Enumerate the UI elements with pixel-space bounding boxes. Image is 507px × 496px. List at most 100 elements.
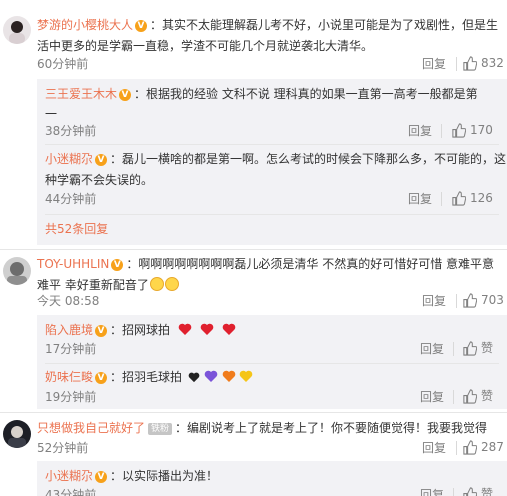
verified-badge-icon: V: [95, 154, 108, 166]
verified-badge-icon: V: [95, 372, 108, 384]
like-button[interactable]: 703: [462, 292, 504, 308]
comment-feed: 梦游的小樱桃大人 V ：其实不太能理解磊儿考不好，小说里可能是为了戏剧性，但是生 活…: [0, 0, 507, 496]
avatar[interactable]: [3, 420, 31, 448]
like-count: 287: [481, 440, 504, 454]
timestamp: 17分钟前: [45, 342, 97, 356]
verified-badge-icon: V: [95, 325, 108, 337]
verified-badge-icon: V: [111, 259, 124, 271]
like-count: 832: [481, 56, 504, 70]
like-thumb-icon: [452, 190, 466, 206]
smiley-icon: [149, 277, 164, 291]
divider: [453, 342, 454, 356]
fan-badge: 铁粉: [148, 423, 173, 435]
like-label: 赞: [481, 389, 494, 403]
reply-button[interactable]: 回复: [408, 123, 432, 139]
timestamp: 44分钟前: [45, 192, 97, 206]
verified-badge-icon: V: [95, 471, 108, 483]
like-count: 703: [481, 293, 504, 307]
reply-text: 小迷糊尕 V ：以实际播出为准！: [45, 469, 219, 483]
reply-body: 以实际播出为准！: [122, 469, 219, 483]
username[interactable]: TOY-UHHLIN: [37, 257, 109, 271]
like-thumb-icon: [463, 292, 477, 308]
divider: [45, 214, 499, 215]
divider: [453, 488, 454, 496]
heart-icon: [178, 323, 192, 335]
like-thumb-icon: [463, 55, 477, 71]
like-count: 126: [470, 191, 493, 205]
comment-body: 编剧说考上了就是考上了！你不要随便觉得！我要我觉得: [187, 421, 488, 435]
comment-text: TOY-UHHLIN V ：啊啊啊啊啊啊啊啊磊儿必须是清华 不然真的好可惜好可惜 意…: [37, 257, 495, 271]
username[interactable]: 奶味仨畯: [45, 370, 93, 384]
divider: [45, 363, 499, 364]
avatar[interactable]: [3, 257, 31, 285]
reply-text-line2: 一: [45, 107, 58, 121]
like-count: 170: [470, 123, 493, 137]
username[interactable]: 陷入鹿境: [45, 323, 93, 337]
divider: [456, 441, 457, 455]
divider: [45, 144, 499, 145]
comment-text-line2: 活中更多的是学霸一直稳，学渣不可能几个月就逆袭北大清华。: [37, 39, 374, 53]
heart-icon: [240, 370, 253, 382]
reply-text: 奶味仨畯 V ：招羽毛球拍: [45, 367, 253, 388]
verified-badge-icon: V: [119, 89, 132, 101]
comment-body: 其实不太能理解磊儿考不好，小说里可能是为了戏剧性，但是生: [162, 18, 499, 32]
heart-icon: [222, 370, 235, 382]
like-thumb-icon: [463, 486, 477, 496]
reply-text: 小迷糊尕 V ：磊儿一横啥的都是第一啊。怎么考试的时候会下降那么多，不可能的，这: [45, 152, 507, 166]
heart-icon: [188, 372, 200, 383]
like-button[interactable]: 832: [462, 55, 504, 71]
like-thumb-icon: [452, 122, 466, 138]
reply-button[interactable]: 回复: [420, 487, 444, 496]
comment-text: 梦游的小樱桃大人 V ：其实不太能理解磊儿考不好，小说里可能是为了戏剧性，但是生: [37, 18, 499, 32]
like-button[interactable]: 赞: [462, 486, 493, 496]
like-thumb-icon: [463, 388, 477, 404]
timestamp: 38分钟前: [45, 124, 97, 138]
comment-text: 只想做我自己就好了 铁粉 ：编剧说考上了就是考上了！你不要随便觉得！我要我觉得: [37, 421, 488, 435]
divider: [453, 390, 454, 404]
like-button[interactable]: 287: [462, 439, 504, 455]
username[interactable]: 只想做我自己就好了: [37, 421, 145, 435]
avatar[interactable]: [3, 16, 31, 44]
timestamp: 60分钟前: [37, 57, 89, 71]
reply-button[interactable]: 回复: [422, 440, 446, 456]
heart-icon: [222, 323, 235, 335]
smiley-icon: [164, 277, 179, 291]
like-button[interactable]: 赞: [462, 388, 493, 404]
reply-body: 招羽毛球拍: [122, 370, 183, 384]
username[interactable]: 梦游的小樱桃大人: [37, 18, 133, 32]
comment-body: 啊啊啊啊啊啊啊啊磊儿必须是清华 不然真的好可惜好可惜 意难平意: [138, 257, 495, 271]
reply-button[interactable]: 回复: [420, 341, 444, 357]
username[interactable]: 小迷糊尕: [45, 152, 93, 166]
like-button[interactable]: 126: [451, 190, 493, 206]
timestamp: 今天 08:58: [37, 294, 100, 308]
reply-button[interactable]: 回复: [422, 293, 446, 309]
reply-body: 磊儿一横啥的都是第一啊。怎么考试的时候会下降那么多，不可能的，这: [122, 152, 507, 166]
reply-button[interactable]: 回复: [408, 191, 432, 207]
like-thumb-icon: [463, 439, 477, 455]
reply-text: 三王爱王木木 V ：根据我的经验 文科不说 理科真的如果一直第一高考一般都是第: [45, 87, 478, 101]
username[interactable]: 小迷糊尕: [45, 469, 93, 483]
like-thumb-icon: [463, 340, 477, 356]
like-button[interactable]: 170: [451, 122, 493, 138]
like-label: 赞: [481, 487, 494, 496]
heart-icon: [200, 323, 214, 335]
reply-body: 招网球拍: [122, 323, 171, 337]
reply-body: 根据我的经验 文科不说 理科真的如果一直第一高考一般都是第: [146, 87, 478, 101]
divider: [441, 192, 442, 206]
timestamp: 52分钟前: [37, 441, 89, 455]
verified-badge-icon: V: [135, 20, 148, 32]
timestamp: 19分钟前: [45, 390, 97, 404]
reply-text: 陷入鹿境 V ：招网球拍: [45, 320, 236, 341]
username[interactable]: 三王爱王木木: [45, 87, 117, 101]
more-replies-link[interactable]: 共52条回复: [45, 221, 108, 237]
like-button[interactable]: 赞: [462, 340, 493, 356]
reply-button[interactable]: 回复: [422, 56, 446, 72]
reply-text-line2: 种学霸不会失误的。: [45, 173, 154, 187]
divider: [456, 57, 457, 71]
reply-button[interactable]: 回复: [420, 389, 444, 405]
divider: [0, 249, 507, 250]
heart-icon: [204, 370, 218, 382]
divider: [0, 412, 507, 413]
divider: [441, 124, 442, 138]
like-label: 赞: [481, 341, 494, 355]
